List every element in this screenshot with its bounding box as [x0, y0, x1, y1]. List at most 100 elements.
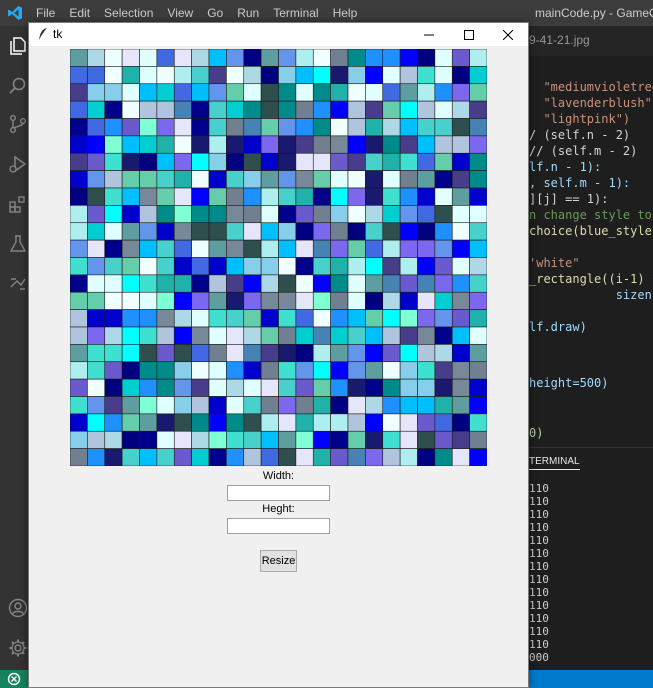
grid-cell [417, 135, 436, 154]
maximize-button[interactable] [449, 23, 489, 46]
height-input[interactable] [227, 518, 330, 534]
width-input[interactable] [227, 485, 330, 501]
grid-cell [295, 378, 314, 397]
grid-cell [243, 49, 262, 67]
close-button[interactable] [488, 23, 528, 46]
code-line: "mediumvioletred", [543, 80, 653, 94]
game-canvas[interactable] [70, 49, 487, 466]
grid-cell [399, 222, 418, 241]
account-icon[interactable] [8, 598, 28, 618]
terminal-line: 110 [529, 625, 549, 638]
extensions-icon[interactable] [8, 194, 28, 214]
grid-cell [104, 152, 123, 171]
grid-cell [208, 118, 227, 137]
grid-cell [156, 430, 175, 449]
grid-cell [121, 274, 140, 293]
remote-indicator[interactable] [0, 670, 28, 688]
editor-tab[interactable]: 9-41-21.jpg [529, 33, 590, 47]
grid-cell [382, 100, 401, 119]
menu-run[interactable]: Run [237, 6, 259, 20]
grid-cell [243, 396, 262, 415]
grid-cell [434, 309, 453, 328]
grid-cell [104, 135, 123, 154]
grid-cell [365, 83, 384, 102]
grid-cell [156, 152, 175, 171]
menu-edit[interactable]: Edit [69, 6, 90, 20]
grid-cell [365, 448, 384, 466]
menu-terminal[interactable]: Terminal [273, 6, 318, 20]
menu-view[interactable]: View [167, 6, 193, 20]
grid-cell [260, 205, 279, 224]
grid-cell [226, 309, 245, 328]
grid-cell [312, 83, 331, 102]
grid-cell [417, 448, 436, 466]
grid-cell [365, 239, 384, 258]
grid-cell [208, 291, 227, 310]
testing-flask-icon[interactable] [8, 234, 28, 254]
grid-cell [87, 326, 106, 345]
grid-cell [330, 326, 349, 345]
grid-cell [295, 170, 314, 189]
resize-button[interactable]: Resize [260, 550, 297, 572]
grid-cell [382, 135, 401, 154]
menu-selection[interactable]: Selection [104, 6, 153, 20]
grid-cell [295, 309, 314, 328]
grid-cell [399, 309, 418, 328]
grid-cell [399, 378, 418, 397]
menu-help[interactable]: Help [333, 6, 358, 20]
run-debug-icon[interactable] [8, 154, 28, 174]
minimize-button[interactable] [409, 23, 449, 46]
grid-cell [104, 187, 123, 206]
grid-cell [191, 66, 210, 85]
grid-cell [382, 83, 401, 102]
explorer-icon[interactable] [8, 36, 28, 56]
grid-cell [295, 66, 314, 85]
grid-cell [156, 222, 175, 241]
code-line: _rectangle((i-1) * [529, 272, 653, 286]
grid-cell [139, 170, 158, 189]
code-line: sizen, ( [615, 288, 653, 302]
terminal-tab[interactable]: TERMINAL [529, 456, 580, 470]
grid-cell [382, 448, 401, 466]
source-control-icon[interactable] [8, 114, 28, 134]
code-line: "lightpink") [529, 112, 631, 126]
grid-cell [365, 222, 384, 241]
remote-explorer-icon[interactable] [8, 274, 28, 294]
grid-cell [434, 83, 453, 102]
grid-cell [243, 309, 262, 328]
terminal-line: 110 [529, 534, 549, 547]
grid-cell [365, 309, 384, 328]
grid-cell [382, 187, 401, 206]
grid-cell [451, 66, 470, 85]
grid-cell [347, 187, 366, 206]
grid-cell [226, 187, 245, 206]
vscode-logo-icon [8, 6, 22, 20]
code-editor[interactable]: "mediumvioletred", "lavenderblush", "p "… [529, 56, 653, 446]
grid-cell [70, 344, 88, 363]
search-icon[interactable] [8, 76, 28, 96]
menu-go[interactable]: Go [207, 6, 223, 20]
tk-titlebar[interactable]: tk [29, 23, 528, 46]
grid-cell [417, 187, 436, 206]
gear-icon[interactable] [8, 638, 28, 658]
grid-cell [156, 291, 175, 310]
grid-cell [417, 257, 436, 276]
grid-cell [417, 274, 436, 293]
grid-cell [208, 430, 227, 449]
terminal[interactable]: 110 110 110 110 110 110 110 110 110 110 … [529, 474, 653, 670]
grid-cell [104, 222, 123, 241]
grid-cell [121, 187, 140, 206]
grid-cell [365, 205, 384, 224]
menu-file[interactable]: File [36, 6, 55, 20]
grid-cell [295, 274, 314, 293]
code-line: 'white" [529, 256, 580, 270]
grid-cell [330, 49, 349, 67]
grid-cell [347, 378, 366, 397]
grid-cell [104, 326, 123, 345]
grid-cell [70, 152, 88, 171]
grid-cell [312, 118, 331, 137]
grid-cell [365, 326, 384, 345]
grid-cell [451, 274, 470, 293]
grid-cell [260, 291, 279, 310]
grid-cell [70, 187, 88, 206]
